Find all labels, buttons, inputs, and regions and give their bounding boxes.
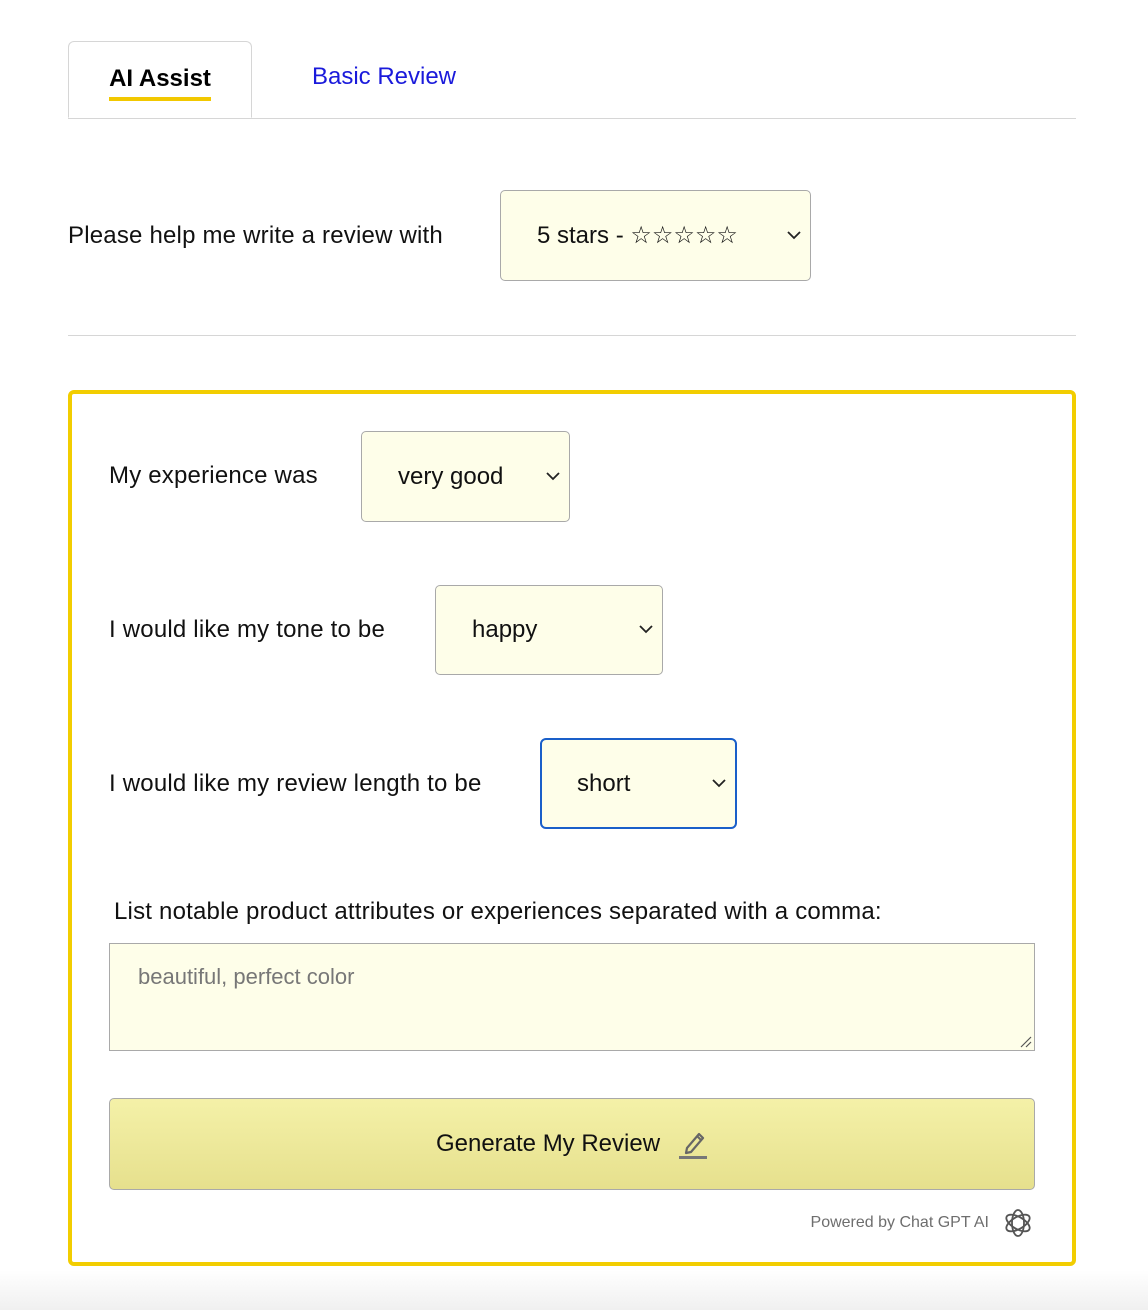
tab-ai-assist-label: AI Assist: [109, 65, 211, 101]
length-value: short: [577, 769, 631, 797]
tone-value: happy: [472, 616, 538, 643]
chevron-down-icon: [787, 230, 801, 239]
tab-basic-review[interactable]: Basic Review: [284, 39, 484, 115]
tone-select[interactable]: happy: [435, 585, 663, 675]
experience-select[interactable]: very good: [361, 431, 570, 522]
tab-bar: AI Assist Basic Review: [68, 41, 1076, 119]
powered-by: Powered by Chat GPT AI: [811, 1206, 1035, 1240]
experience-label: My experience was: [109, 462, 318, 489]
review-page: AI Assist Basic Review Please help me wr…: [0, 0, 1148, 1310]
pencil-icon: [679, 1132, 708, 1159]
chevron-down-icon: [712, 778, 726, 787]
experience-value: very good: [398, 462, 504, 490]
tone-label: I would like my tone to be: [109, 616, 386, 643]
generate-review-button[interactable]: Generate My Review: [109, 1098, 1035, 1190]
star-rating-select[interactable]: 5 stars - ☆☆☆☆☆: [500, 190, 811, 281]
powered-by-text: Powered by Chat GPT AI: [810, 1214, 989, 1231]
generate-review-label: Generate My Review: [435, 1130, 661, 1157]
attributes-label: List notable product attributes or exper…: [114, 898, 882, 925]
star-rating-label: Please help me write a review with: [68, 221, 443, 249]
star-rating-value: 5 stars - ☆☆☆☆☆: [537, 222, 738, 249]
chevron-down-icon: [546, 471, 560, 480]
attributes-textarea[interactable]: beautiful, perfect color: [109, 943, 1035, 1051]
openai-icon: [1005, 1209, 1031, 1237]
chevron-down-icon: [639, 625, 653, 634]
resize-grip-icon[interactable]: [1018, 1034, 1032, 1048]
tab-basic-review-label: Basic Review: [311, 63, 457, 90]
length-select[interactable]: short: [540, 738, 737, 829]
star-rating-row: Please help me write a review with: [68, 190, 443, 281]
section-divider: [68, 335, 1076, 336]
length-label: I would like my review length to be: [109, 770, 482, 797]
attributes-placeholder: beautiful, perfect color: [138, 964, 355, 989]
tab-ai-assist[interactable]: AI Assist: [68, 41, 252, 118]
